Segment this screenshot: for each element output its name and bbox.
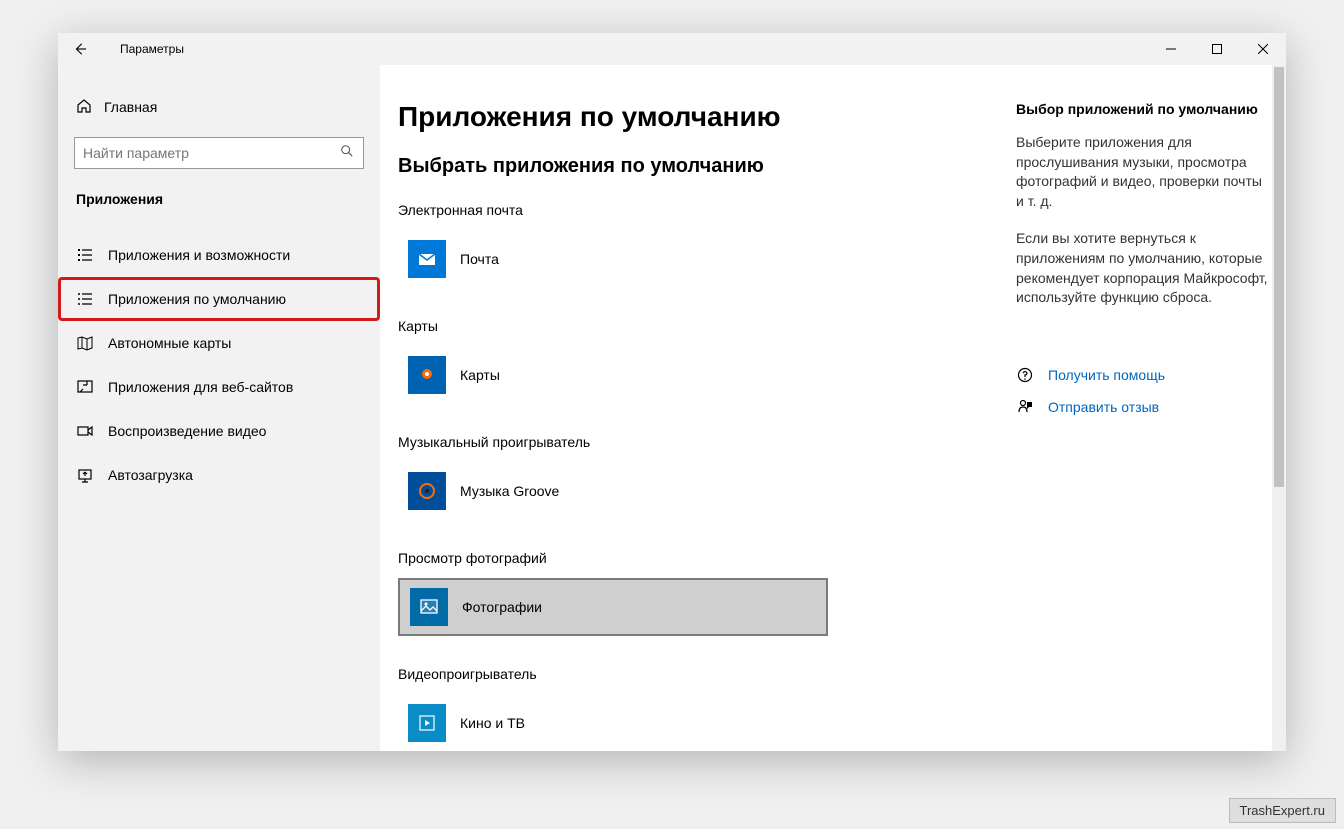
sidebar-item-label: Автозагрузка xyxy=(108,467,193,483)
category-video: Видеопроигрыватель Кино и ТВ xyxy=(398,666,970,751)
app-tile-email[interactable]: Почта xyxy=(398,230,828,288)
startup-icon xyxy=(76,466,94,484)
home-label: Главная xyxy=(104,99,157,115)
search-box[interactable] xyxy=(74,137,364,169)
sidebar-item-label: Автономные карты xyxy=(108,335,231,351)
movies-tv-icon xyxy=(408,704,446,742)
home-icon xyxy=(76,98,104,117)
category-music: Музыкальный проигрыватель Музыка Groove xyxy=(398,434,970,520)
sidebar-item-label: Приложения по умолчанию xyxy=(108,291,286,307)
category-label: Видеопроигрыватель xyxy=(398,666,970,682)
sidebar-item-offline-maps[interactable]: Автономные карты xyxy=(58,321,380,365)
titlebar: Параметры xyxy=(58,33,1286,65)
arrow-left-icon xyxy=(73,42,87,56)
sidebar-item-label: Приложения для веб-сайтов xyxy=(108,379,293,395)
category-label: Музыкальный проигрыватель xyxy=(398,434,970,450)
category-label: Электронная почта xyxy=(398,202,970,218)
sidebar-item-startup[interactable]: Автозагрузка xyxy=(58,453,380,497)
minimize-icon xyxy=(1166,44,1176,54)
search-icon xyxy=(339,144,355,163)
video-playback-icon xyxy=(76,422,94,440)
close-button[interactable] xyxy=(1240,33,1286,65)
photos-icon xyxy=(410,588,448,626)
scrollbar-thumb[interactable] xyxy=(1274,67,1284,487)
category-email: Электронная почта Почта xyxy=(398,202,970,288)
maximize-button[interactable] xyxy=(1194,33,1240,65)
groove-music-icon xyxy=(408,472,446,510)
help-link[interactable]: Получить помощь xyxy=(1016,366,1268,384)
close-icon xyxy=(1258,44,1268,54)
help-icon xyxy=(1016,366,1034,384)
sidebar: Главная Приложения Приложения и возможно… xyxy=(58,65,380,751)
app-name: Фотографии xyxy=(462,599,542,615)
sidebar-item-apps-features[interactable]: Приложения и возможности xyxy=(58,233,380,277)
apps-features-icon xyxy=(76,246,94,264)
app-tile-video[interactable]: Кино и ТВ xyxy=(398,694,828,751)
app-name: Почта xyxy=(460,251,499,267)
offline-maps-icon xyxy=(76,334,94,352)
maximize-icon xyxy=(1212,44,1222,54)
minimize-button[interactable] xyxy=(1148,33,1194,65)
settings-window: Параметры Главная xyxy=(58,33,1286,751)
scrollbar[interactable] xyxy=(1272,65,1286,751)
back-button[interactable] xyxy=(58,33,102,65)
watermark: TrashExpert.ru xyxy=(1229,798,1337,823)
sidebar-item-video-playback[interactable]: Воспроизведение видео xyxy=(58,409,380,453)
app-tile-music[interactable]: Музыка Groove xyxy=(398,462,828,520)
window-title: Параметры xyxy=(102,42,184,56)
app-name: Карты xyxy=(460,367,500,383)
category-label: Просмотр фотографий xyxy=(398,550,970,566)
sidebar-item-label: Воспроизведение видео xyxy=(108,423,266,439)
section-heading: Выбрать приложения по умолчанию xyxy=(398,155,970,178)
category-photos: Просмотр фотографий Фотографии xyxy=(398,550,970,636)
feedback-link-label: Отправить отзыв xyxy=(1048,399,1159,415)
default-apps-icon xyxy=(76,290,94,308)
app-tile-photos[interactable]: Фотографии xyxy=(398,578,828,636)
maps-icon xyxy=(408,356,446,394)
help-link-label: Получить помощь xyxy=(1048,367,1165,383)
search-input[interactable] xyxy=(83,145,339,161)
page-title: Приложения по умолчанию xyxy=(398,101,970,133)
aside-text-1: Выберите приложения для прослушивания му… xyxy=(1016,133,1268,211)
category-maps: Карты Карты xyxy=(398,318,970,404)
aside-heading: Выбор приложений по умолчанию xyxy=(1016,101,1268,117)
sidebar-item-apps-websites[interactable]: Приложения для веб-сайтов xyxy=(58,365,380,409)
apps-websites-icon xyxy=(76,378,94,396)
home-link[interactable]: Главная xyxy=(58,89,380,125)
aside-text-2: Если вы хотите вернуться к приложениям п… xyxy=(1016,229,1268,307)
sidebar-item-label: Приложения и возможности xyxy=(108,247,290,263)
mail-icon xyxy=(408,240,446,278)
app-tile-maps[interactable]: Карты xyxy=(398,346,828,404)
category-label: Карты xyxy=(398,318,970,334)
nav-list: Приложения и возможности Приложения по у… xyxy=(58,233,380,497)
content: Приложения по умолчанию Выбрать приложен… xyxy=(380,65,1286,751)
feedback-link[interactable]: Отправить отзыв xyxy=(1016,398,1268,416)
sidebar-section-title: Приложения xyxy=(58,169,380,217)
app-name: Музыка Groove xyxy=(460,483,559,499)
main-column: Приложения по умолчанию Выбрать приложен… xyxy=(380,65,1000,751)
feedback-icon xyxy=(1016,398,1034,416)
aside: Выбор приложений по умолчанию Выберите п… xyxy=(1016,101,1268,430)
window-controls xyxy=(1148,33,1286,65)
window-body: Главная Приложения Приложения и возможно… xyxy=(58,65,1286,751)
app-name: Кино и ТВ xyxy=(460,715,525,731)
sidebar-item-default-apps[interactable]: Приложения по умолчанию xyxy=(58,277,380,321)
